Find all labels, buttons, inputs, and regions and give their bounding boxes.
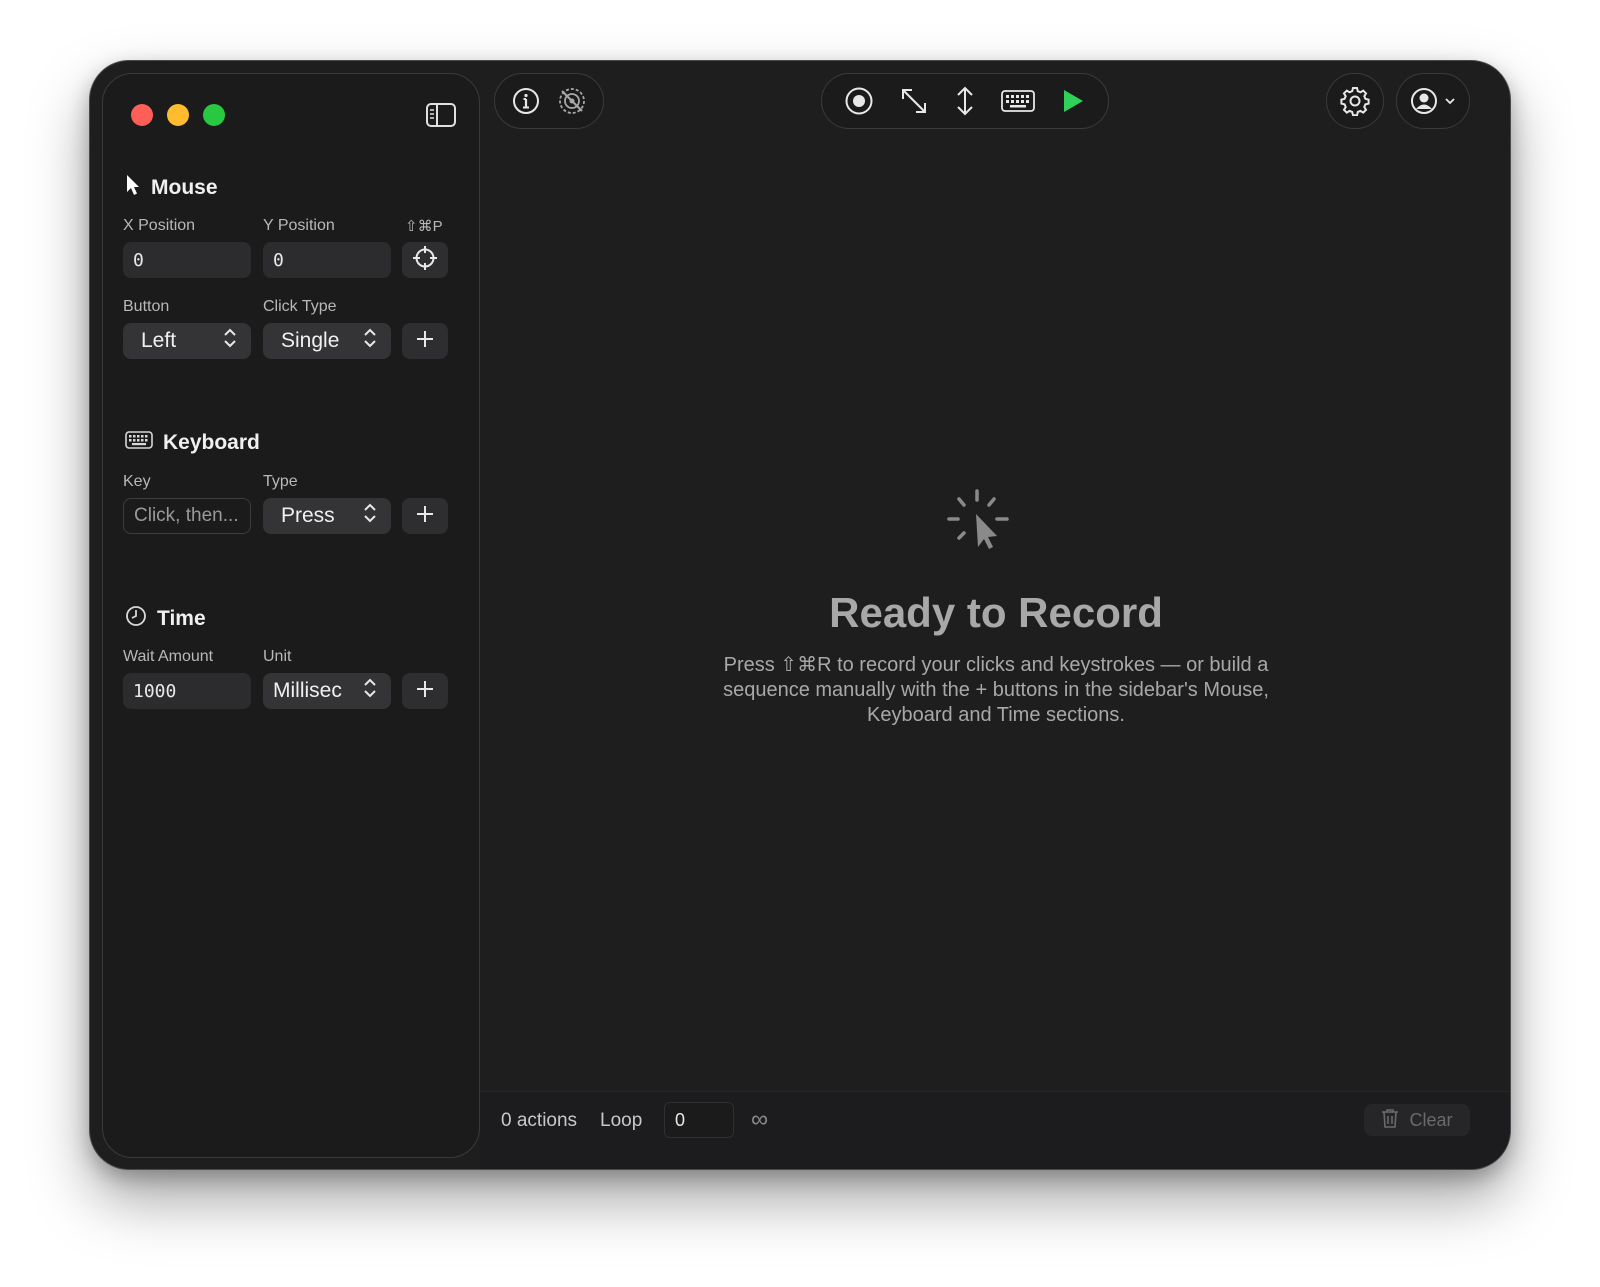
y-position-input[interactable]: 0 (263, 242, 391, 278)
infinite-loop-toggle[interactable]: ∞ (751, 1106, 768, 1134)
add-time-action-button[interactable] (402, 673, 448, 709)
time-unit-value: Millisec (273, 679, 342, 702)
add-mouse-action-button[interactable] (402, 323, 448, 359)
info-icon[interactable] (512, 87, 540, 115)
toolbar-left-group (494, 73, 604, 129)
mouse-title: Mouse (151, 176, 218, 199)
hide-overlay-icon[interactable] (557, 86, 587, 116)
record-icon[interactable] (844, 86, 874, 116)
pick-position-shortcut: ⇧⌘P (405, 218, 443, 235)
plus-icon (415, 504, 435, 529)
gear-icon[interactable] (1340, 86, 1370, 116)
time-section-title: Time (125, 605, 206, 633)
click-cursor-icon (947, 489, 1011, 556)
time-title: Time (157, 607, 206, 630)
sidebar: Mouse X Position Y Position ⇧⌘P 0 0 Butt… (102, 73, 480, 1158)
wait-amount-label: Wait Amount (123, 648, 214, 665)
loop-count-input[interactable]: 0 (664, 1102, 734, 1138)
x-position-input[interactable]: 0 (123, 242, 251, 278)
key-capture-input[interactable]: Click, then... (123, 498, 251, 534)
mouse-button-value: Left (141, 329, 177, 352)
loop-label: Loop (600, 1110, 643, 1131)
click-type-select[interactable]: Single (263, 323, 391, 359)
clear-button[interactable]: Clear (1364, 1104, 1470, 1136)
key-type-label: Type (263, 473, 298, 490)
key-type-value: Press (281, 504, 335, 527)
wait-amount-input[interactable]: 1000 (123, 673, 251, 709)
clock-icon (125, 605, 147, 633)
close-window-button[interactable] (131, 104, 153, 126)
empty-state-title: Ready to Record (829, 589, 1163, 636)
chevron-updown-icon (363, 503, 377, 529)
mouse-button-select[interactable]: Left (123, 323, 251, 359)
trash-icon (1381, 1108, 1399, 1133)
pick-position-button[interactable] (402, 242, 448, 278)
zoom-window-button[interactable] (203, 104, 225, 126)
crosshair-icon (412, 245, 438, 276)
vertical-arrows-icon[interactable] (954, 86, 976, 116)
keyboard-icon[interactable] (1000, 89, 1035, 113)
sidebar-toggle-icon[interactable] (425, 101, 457, 129)
key-type-select[interactable]: Press (263, 498, 391, 534)
plus-icon (415, 329, 435, 354)
empty-state-description: Press ⇧⌘R to record your clicks and keys… (723, 654, 1269, 726)
keyboard-title: Keyboard (163, 431, 260, 454)
actions-count: 0 actions (501, 1110, 578, 1131)
account-group[interactable] (1396, 73, 1470, 129)
user-icon[interactable] (1410, 87, 1438, 115)
chevron-updown-icon (223, 328, 237, 354)
click-type-label: Click Type (263, 298, 337, 315)
click-type-value: Single (281, 329, 340, 352)
keyboard-section-title: Keyboard (125, 430, 260, 456)
plus-icon (415, 679, 435, 704)
settings-group (1326, 73, 1384, 129)
chevron-updown-icon (363, 678, 377, 704)
cursor-icon (125, 174, 141, 202)
x-position-label: X Position (123, 217, 196, 234)
app-window: Mouse X Position Y Position ⇧⌘P 0 0 Butt… (89, 60, 1511, 1170)
status-bar: 0 actions Loop 0 ∞ Clear (480, 1091, 1510, 1169)
button-label: Button (123, 298, 170, 315)
key-label: Key (123, 473, 151, 490)
play-icon[interactable] (1060, 87, 1086, 115)
mouse-section-title: Mouse (125, 174, 218, 202)
y-position-label: Y Position (263, 217, 335, 234)
minimize-window-button[interactable] (167, 104, 189, 126)
keyboard-icon (125, 430, 153, 456)
unit-label: Unit (263, 648, 292, 665)
chevron-down-icon[interactable] (1444, 96, 1456, 106)
chevron-updown-icon (363, 328, 377, 354)
time-unit-select[interactable]: Millisec (263, 673, 391, 709)
clear-label: Clear (1409, 1109, 1453, 1130)
expand-diagonal-icon[interactable] (899, 86, 929, 116)
toolbar-center-group (821, 73, 1109, 129)
add-keyboard-action-button[interactable] (402, 498, 448, 534)
